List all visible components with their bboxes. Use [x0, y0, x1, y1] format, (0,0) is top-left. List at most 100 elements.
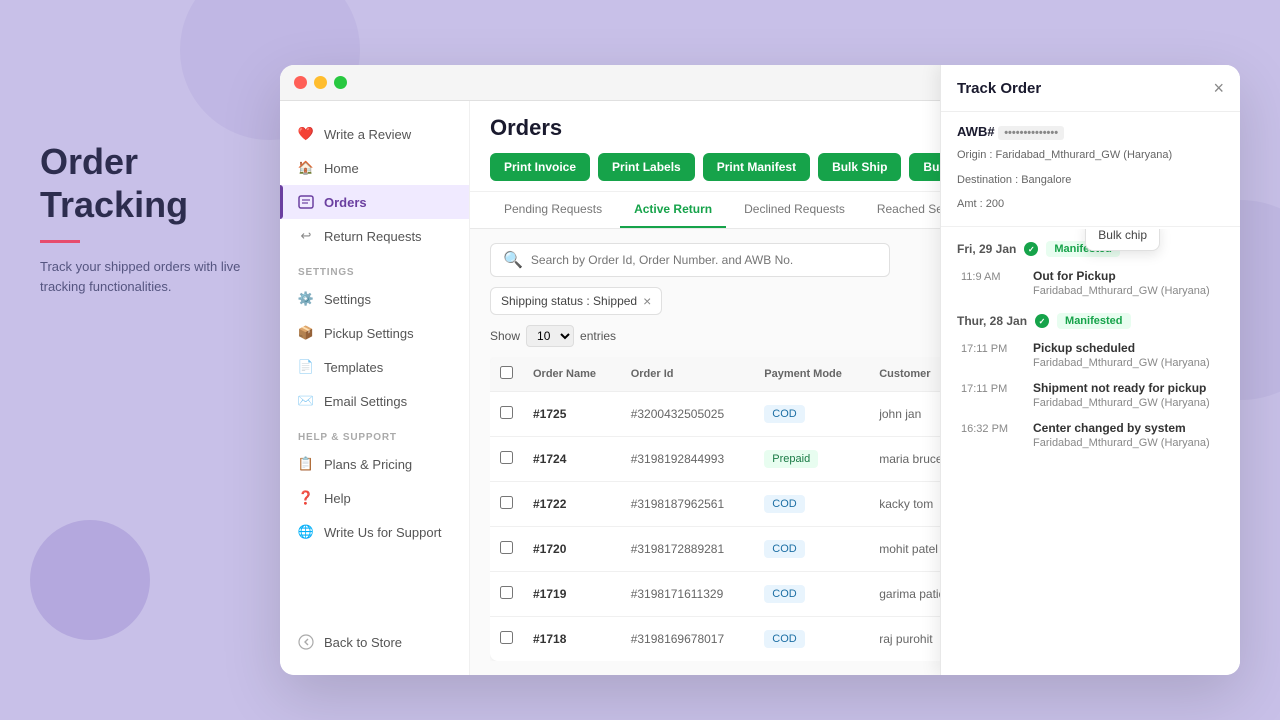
tab-active-return[interactable]: Active Return [620, 192, 726, 228]
window-minimize-dot[interactable] [314, 76, 327, 89]
bulk-ship-button[interactable]: Bulk Ship [818, 153, 901, 181]
col-order-id: Order Id [621, 357, 755, 392]
sidebar-label-back: Back to Store [324, 635, 402, 650]
payment-badge: COD [764, 630, 804, 648]
hero-section: Order Tracking Track your shipped orders… [40, 140, 260, 296]
sidebar-label-templates: Templates [324, 360, 383, 375]
track-header: Track Order × [941, 101, 1240, 112]
sidebar-item-orders[interactable]: Orders [280, 185, 469, 219]
sidebar-label-support: Write Us for Support [324, 525, 442, 540]
timeline-date-thu: Thur, 28 Jan Manifested [957, 313, 1224, 329]
hero-underline [40, 240, 80, 243]
sidebar-label-email: Email Settings [324, 394, 407, 409]
row-checkbox-4[interactable] [500, 586, 513, 599]
help-icon: ❓ [298, 490, 314, 506]
template-icon: 📄 [298, 359, 314, 375]
timeline-event-not-ready: 17:11 PM Shipment not ready for pickup F… [957, 381, 1224, 409]
sidebar-label-write-review: Write a Review [324, 127, 411, 142]
row-checkbox-cell [490, 527, 523, 572]
row-checkbox-1[interactable] [500, 451, 513, 464]
sidebar-item-write-review[interactable]: ❤️ Write a Review [280, 117, 469, 151]
row-checkbox-3[interactable] [500, 541, 513, 554]
col-order-name: Order Name [523, 357, 621, 392]
row-checkbox-2[interactable] [500, 496, 513, 509]
payment-badge: COD [764, 585, 804, 603]
sidebar-item-plans-pricing[interactable]: 📋 Plans & Pricing [280, 447, 469, 481]
manifested-badge-2: Manifested [1057, 313, 1130, 329]
timeline-group-thu: Thur, 28 Jan Manifested 17:11 PM Pickup … [957, 313, 1224, 449]
bulk-chip-tooltip: Bulk chip [1085, 229, 1160, 251]
sidebar-label-settings: Settings [324, 292, 371, 307]
gear-icon: ⚙️ [298, 291, 314, 307]
event-location-1: Faridabad_Mthurard_GW (Haryana) [1033, 285, 1224, 297]
order-name-cell: #1725 [523, 392, 621, 437]
order-id-cell: #3198172889281 [621, 527, 755, 572]
home-icon: 🏠 [298, 160, 314, 176]
event-location-2: Faridabad_Mthurard_GW (Haryana) [1033, 357, 1224, 369]
shipping-status-filter-chip[interactable]: Shipping status : Shipped × [490, 287, 662, 315]
heart-icon: ❤️ [298, 126, 314, 142]
payment-mode-cell: COD [754, 482, 869, 527]
order-name-cell: #1719 [523, 572, 621, 617]
row-checkbox-5[interactable] [500, 631, 513, 644]
print-manifest-button[interactable]: Print Manifest [703, 153, 810, 181]
tab-pending-requests[interactable]: Pending Requests [490, 192, 616, 228]
order-name-cell: #1722 [523, 482, 621, 527]
event-location-3: Faridabad_Mthurard_GW (Haryana) [1033, 397, 1224, 409]
email-icon: ✉️ [298, 393, 314, 409]
select-all-checkbox[interactable] [500, 366, 513, 379]
active-indicator [280, 185, 283, 219]
sidebar-item-settings[interactable]: ⚙️ Settings [280, 282, 469, 316]
event-title-4: Center changed by system [1033, 421, 1224, 435]
payment-badge: COD [764, 495, 804, 513]
filter-chip-close[interactable]: × [643, 293, 651, 309]
track-meta-destination: Destination : Bangalore [957, 171, 1224, 190]
event-title-1: Out for Pickup [1033, 269, 1224, 283]
filter-chip-label: Shipping status : Shipped [501, 294, 637, 308]
sidebar-label-pickup: Pickup Settings [324, 326, 414, 341]
row-checkbox-cell [490, 437, 523, 482]
payment-mode-cell: COD [754, 392, 869, 437]
window-close-dot[interactable] [294, 76, 307, 89]
hero-title: Order Tracking [40, 140, 260, 226]
col-payment-mode: Payment Mode [754, 357, 869, 392]
sidebar-item-help[interactable]: ❓ Help [280, 481, 469, 515]
hero-subtitle: Track your shipped orders with live trac… [40, 257, 260, 296]
row-checkbox-cell [490, 617, 523, 662]
sidebar-item-home[interactable]: 🏠 Home [280, 151, 469, 185]
order-id-cell: #3198171611329 [621, 572, 755, 617]
track-panel: Track Order × AWB# •••••••••••••• Origin… [940, 101, 1240, 675]
track-awb: AWB# •••••••••••••• [957, 124, 1224, 140]
date-label-fri: Fri, 29 Jan [957, 242, 1016, 256]
order-id-cell: #3198169678017 [621, 617, 755, 662]
entries-select[interactable]: 10 25 50 [526, 325, 574, 347]
sidebar-item-email-settings[interactable]: ✉️ Email Settings [280, 384, 469, 418]
print-invoice-button[interactable]: Print Invoice [490, 153, 590, 181]
search-box[interactable]: 🔍 [490, 243, 890, 277]
sidebar-item-write-support[interactable]: 🌐 Write Us for Support [280, 515, 469, 549]
track-timeline: Fri, 29 Jan Manifested 11:9 AM Out for P… [941, 227, 1240, 675]
sidebar-label-home: Home [324, 161, 359, 176]
event-content-1: Out for Pickup Faridabad_Mthurard_GW (Ha… [1033, 269, 1224, 297]
timeline-event-pickup-scheduled: 17:11 PM Pickup scheduled Faridabad_Mthu… [957, 341, 1224, 369]
order-id-cell: #3198192844993 [621, 437, 755, 482]
row-checkbox-0[interactable] [500, 406, 513, 419]
row-checkbox-cell [490, 482, 523, 527]
payment-badge: Prepaid [764, 450, 818, 468]
tab-declined-requests[interactable]: Declined Requests [730, 192, 859, 228]
event-time-2: 17:11 PM [961, 341, 1021, 369]
sidebar-item-return-requests[interactable]: ↩ Return Requests [280, 219, 469, 253]
plans-icon: 📋 [298, 456, 314, 472]
window-maximize-dot[interactable] [334, 76, 347, 89]
row-checkbox-cell [490, 392, 523, 437]
search-input[interactable] [531, 253, 877, 267]
sidebar-item-pickup-settings[interactable]: 📦 Pickup Settings [280, 316, 469, 350]
sidebar-item-back-to-store[interactable]: Back to Store [280, 625, 469, 659]
browser-window: ❤️ Write a Review 🏠 Home Orders [280, 65, 1240, 675]
track-meta-amount: Amt : 200 [957, 195, 1224, 214]
order-id-cell: #3200432505025 [621, 392, 755, 437]
print-labels-button[interactable]: Print Labels [598, 153, 695, 181]
sidebar-item-templates[interactable]: 📄 Templates [280, 350, 469, 384]
entries-label: entries [580, 329, 616, 343]
payment-mode-cell: COD [754, 617, 869, 662]
